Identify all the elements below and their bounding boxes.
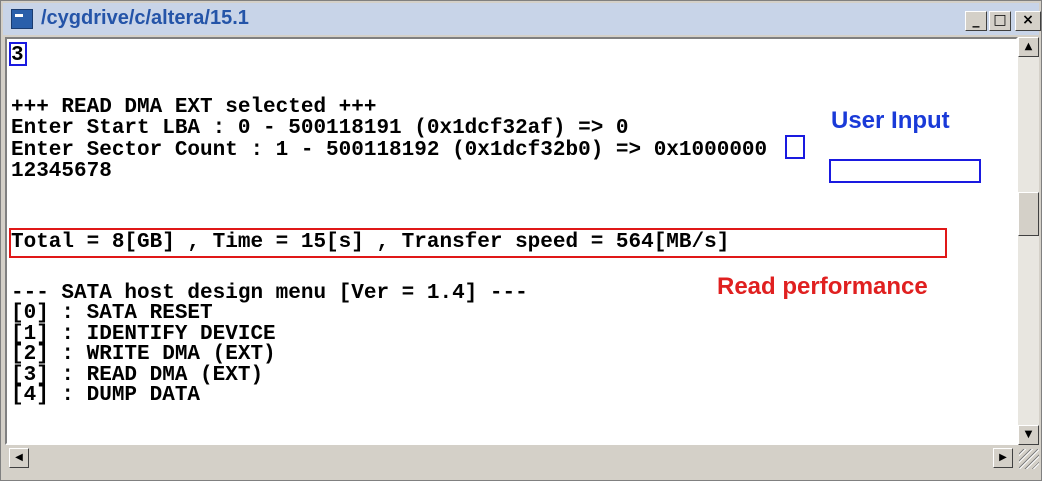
scroll-right-icon[interactable]: ▶ [993,448,1013,468]
console-line: [0] : SATA RESET [11,302,213,325]
maximize-button[interactable]: □ [989,11,1011,31]
user-input-annotation: User Input [831,107,950,134]
scroll-up-icon[interactable]: ▲ [1018,37,1039,57]
console-line: [4] : DUMP DATA [11,384,201,407]
window-title: /cygdrive/c/altera/15.1 [41,7,249,29]
console-line: Enter Sector Count : 1 - 500118192 (0x1d… [11,139,768,162]
console-line: Enter Start LBA : 0 - 500118191 (0x1dcf3… [11,117,629,140]
close-button[interactable]: × [1015,11,1041,31]
sector-count-input-highlight [829,159,981,183]
console-line: +++ READ DMA EXT selected +++ [11,96,377,119]
menu-choice-highlight [9,42,27,66]
scroll-down-icon[interactable]: ▼ [1018,425,1039,445]
console-line: 12345678 [11,160,112,183]
console-app-icon[interactable] [11,9,33,29]
read-performance-highlight [9,228,947,258]
read-performance-annotation: Read performance [717,273,928,300]
start-lba-input-highlight [785,135,805,159]
minimize-button[interactable]: _ [965,11,987,31]
horizontal-scrollbar[interactable]: ◀ ▶ [5,447,1018,469]
title-bar[interactable]: /cygdrive/c/altera/15.1 _ □ × [3,3,1041,35]
console-output[interactable]: 3 +++ READ DMA EXT selected +++ Enter St… [5,37,1018,445]
scroll-left-icon[interactable]: ◀ [9,448,29,468]
vertical-scrollbar[interactable]: ▲ ▼ [1018,37,1039,445]
resize-grip-icon[interactable] [1019,449,1039,469]
vertical-scroll-thumb[interactable] [1018,192,1039,236]
console-window: /cygdrive/c/altera/15.1 _ □ × 3 +++ READ… [0,0,1042,481]
console-line: [2] : WRITE DMA (EXT) [11,343,276,366]
